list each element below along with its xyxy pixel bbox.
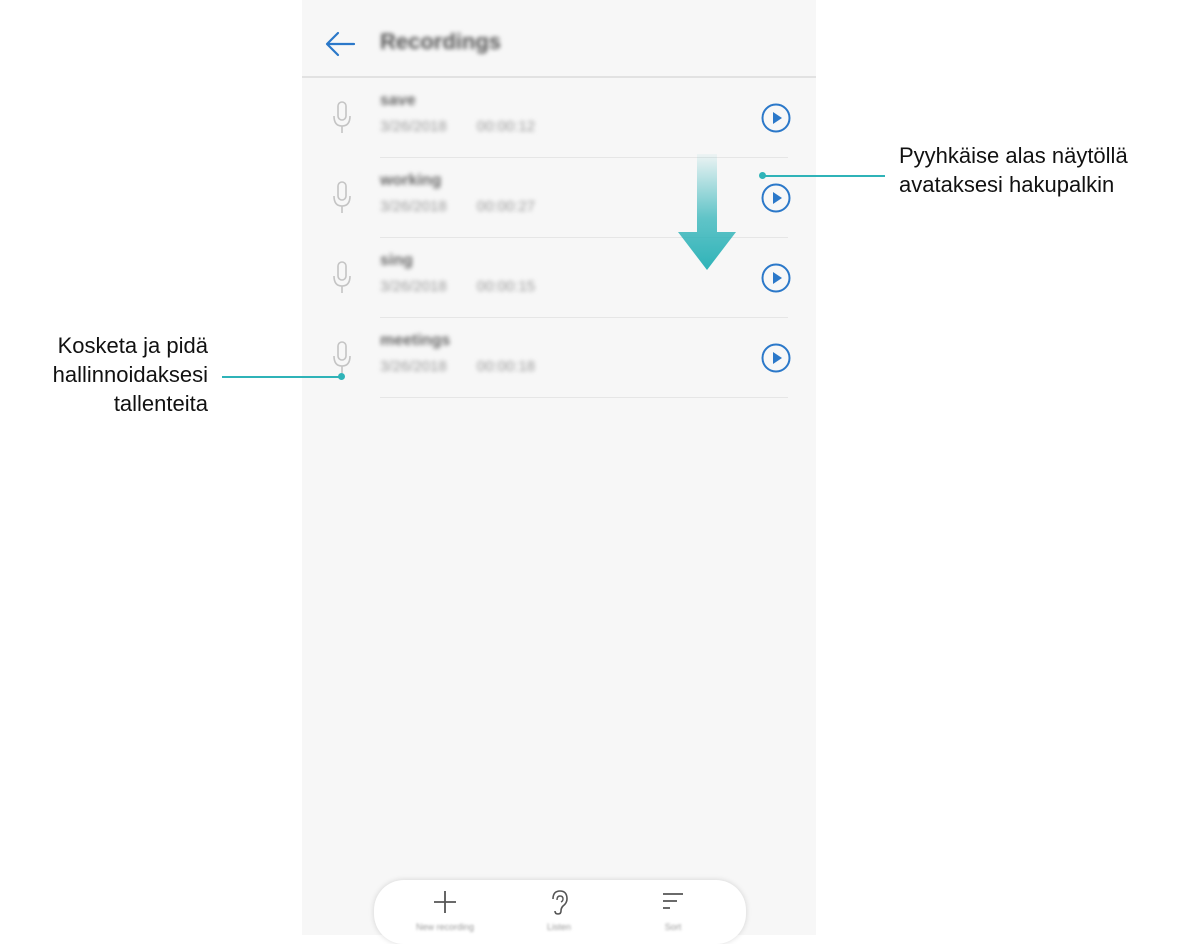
ear-icon: [552, 890, 568, 915]
swipe-down-arrow-icon: [678, 154, 736, 270]
play-icon[interactable]: [760, 342, 792, 374]
sort-label: Sort: [664, 922, 682, 932]
recording-date: 3/26/2018: [380, 278, 447, 295]
recording-duration: 00:00:27: [476, 198, 536, 215]
recording-name: working: [380, 172, 442, 189]
hold-callout-line-3: tallenteita: [113, 391, 208, 416]
divider: [380, 397, 788, 398]
play-icon[interactable]: [760, 262, 792, 294]
page-title: Recordings: [380, 29, 502, 54]
recording-duration: 00:00:15: [476, 278, 536, 295]
microphone-icon: [333, 341, 351, 373]
back-arrow-icon[interactable]: [324, 30, 356, 58]
recording-item[interactable]: sing 3/26/2018 00:00:15: [302, 238, 816, 318]
sort-button[interactable]: Sort: [628, 888, 718, 938]
bottom-action-bar: New recording Listen Sort: [374, 880, 746, 944]
recording-item[interactable]: working 3/26/2018 00:00:27: [302, 158, 816, 238]
hold-callout: Kosketa ja pidä hallinnoidaksesi tallent…: [0, 331, 208, 418]
recording-date: 3/26/2018: [380, 358, 447, 375]
recording-item[interactable]: save 3/26/2018 00:00:12: [302, 78, 816, 158]
recording-duration: 00:00:12: [476, 118, 536, 135]
new-recording-label: New recording: [415, 922, 475, 932]
hold-callout-line-1: Kosketa ja pidä: [57, 333, 208, 358]
swipe-callout: Pyyhkäise alas näytöllä avataksesi hakup…: [899, 141, 1128, 199]
recording-meta: 3/26/2018 00:00:27: [380, 198, 535, 215]
recording-date: 3/26/2018: [380, 198, 447, 215]
new-recording-button[interactable]: New recording: [400, 888, 490, 938]
recording-name: sing: [380, 252, 413, 269]
microphone-icon: [333, 261, 351, 293]
callout-dot: [338, 373, 345, 380]
listen-button[interactable]: Listen: [514, 888, 604, 938]
recording-date: 3/26/2018: [380, 118, 447, 135]
sort-icon: [663, 893, 683, 909]
play-icon[interactable]: [760, 182, 792, 214]
recording-item[interactable]: meetings 3/26/2018 00:00:18: [302, 318, 816, 398]
callout-line: [222, 376, 342, 378]
microphone-icon: [333, 181, 351, 213]
recording-meta: 3/26/2018 00:00:12: [380, 118, 535, 135]
phone-screen: Recordings save 3/26/2018 00:00:12 workin…: [302, 0, 816, 944]
recording-meta: 3/26/2018 00:00:15: [380, 278, 535, 295]
swipe-callout-line-1: Pyyhkäise alas näytöllä: [899, 143, 1128, 168]
listen-label: Listen: [546, 922, 572, 932]
plus-icon: [434, 891, 456, 913]
recording-name: save: [380, 92, 416, 109]
play-icon[interactable]: [760, 102, 792, 134]
callout-line: [763, 175, 885, 177]
swipe-callout-line-2: avataksesi hakupalkin: [899, 172, 1115, 197]
microphone-icon: [333, 101, 351, 133]
hold-callout-line-2: hallinnoidaksesi: [52, 362, 208, 387]
app-bar: Recordings: [302, 0, 816, 78]
recording-meta: 3/26/2018 00:00:18: [380, 358, 535, 375]
recording-name: meetings: [380, 332, 451, 349]
recording-duration: 00:00:18: [476, 358, 536, 375]
